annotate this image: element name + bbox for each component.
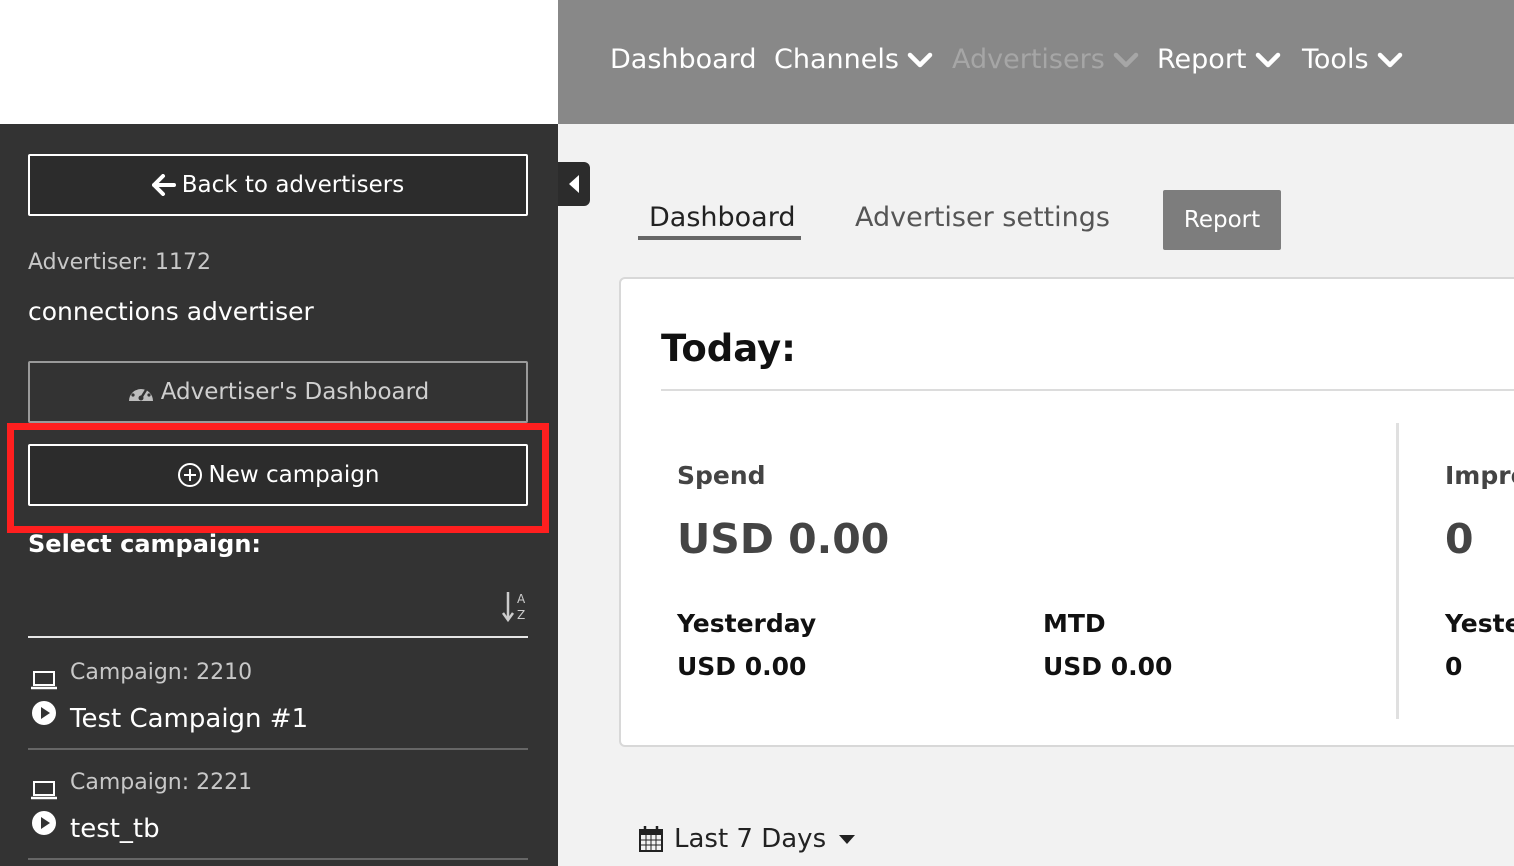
collapse-sidebar-button[interactable] bbox=[558, 162, 590, 206]
caret-left-icon bbox=[569, 175, 579, 193]
card-title: Today: bbox=[661, 327, 796, 370]
nav-tools-label: Tools bbox=[1302, 44, 1369, 75]
spend-mtd-value: USD 0.00 bbox=[1043, 652, 1173, 681]
spend-mtd-label: MTD bbox=[1043, 609, 1106, 638]
sort-alpha-icon[interactable]: A Z bbox=[500, 590, 530, 624]
nav-report-label: Report bbox=[1157, 44, 1247, 75]
active-tab-indicator bbox=[638, 236, 801, 240]
advertiser-dashboard-label: Advertiser's Dashboard bbox=[160, 379, 430, 405]
spend-value: USD 0.00 bbox=[677, 515, 890, 563]
advertiser-name: connections advertiser bbox=[28, 297, 314, 326]
tab-dashboard[interactable]: Dashboard bbox=[649, 202, 795, 233]
report-button[interactable]: Report bbox=[1163, 190, 1281, 250]
nav-dashboard[interactable]: Dashboard bbox=[610, 44, 756, 75]
arrow-left-icon bbox=[151, 174, 176, 196]
spend-label: Spend bbox=[677, 461, 766, 490]
impressions-yesterday-label: Yeste bbox=[1445, 609, 1514, 638]
card-divider bbox=[661, 389, 1514, 391]
nav-tools[interactable]: Tools bbox=[1302, 44, 1403, 75]
spend-yesterday-value: USD 0.00 bbox=[677, 652, 807, 681]
new-campaign-label: New campaign bbox=[208, 462, 380, 488]
svg-text:Z: Z bbox=[517, 608, 525, 622]
impressions-label: Impre bbox=[1445, 461, 1514, 490]
advertiser-id: Advertiser: 1172 bbox=[28, 250, 212, 275]
laptop-icon bbox=[31, 781, 57, 800]
nav-report[interactable]: Report bbox=[1157, 44, 1281, 75]
impressions-value: 0 bbox=[1445, 515, 1474, 563]
campaign-name: Test Campaign #1 bbox=[70, 704, 309, 734]
chevron-down-icon bbox=[907, 52, 933, 67]
tachometer-icon bbox=[128, 384, 153, 401]
nav-advertisers-label: Advertisers bbox=[952, 44, 1105, 75]
metric-divider bbox=[1396, 423, 1399, 719]
date-range-selector[interactable]: Last 7 Days bbox=[638, 824, 856, 854]
tab-advertiser-settings[interactable]: Advertiser settings bbox=[855, 202, 1110, 233]
back-to-advertisers-label: Back to advertisers bbox=[181, 172, 405, 198]
play-circle-icon bbox=[32, 811, 56, 835]
advertiser-dashboard-button[interactable]: Advertiser's Dashboard bbox=[28, 361, 528, 423]
back-to-advertisers-button[interactable]: Back to advertisers bbox=[28, 154, 528, 216]
chevron-down-icon bbox=[1113, 52, 1139, 67]
spend-yesterday-label: Yesterday bbox=[677, 609, 817, 638]
chevron-down-icon bbox=[1255, 52, 1280, 67]
campaign-list-item[interactable]: Campaign: 2210 Test Campaign #1 bbox=[28, 640, 528, 750]
nav-channels[interactable]: Channels bbox=[774, 44, 933, 75]
chevron-down-icon bbox=[1377, 52, 1402, 67]
campaign-name: test_tb bbox=[70, 814, 160, 844]
svg-text:A: A bbox=[517, 592, 526, 606]
play-circle-icon bbox=[32, 701, 56, 725]
campaign-id: Campaign: 2221 bbox=[70, 770, 253, 795]
nav-dashboard-label: Dashboard bbox=[610, 44, 757, 75]
today-card: Today: Spend USD 0.00 Yesterday USD 0.00… bbox=[619, 277, 1514, 747]
top-navigation: Dashboard Channels Advertisers Report To… bbox=[558, 0, 1514, 124]
campaign-search-input[interactable] bbox=[28, 636, 528, 638]
nav-advertisers[interactable]: Advertisers bbox=[952, 44, 1139, 75]
logo-area bbox=[0, 0, 558, 124]
caret-down-icon bbox=[839, 835, 856, 844]
calendar-icon bbox=[639, 826, 663, 852]
impressions-yesterday-value: 0 bbox=[1445, 652, 1463, 681]
campaign-list-item[interactable]: Campaign: 2221 test_tb bbox=[28, 750, 528, 860]
nav-channels-label: Channels bbox=[774, 44, 899, 75]
plus-circle-icon bbox=[177, 463, 202, 487]
campaign-id: Campaign: 2210 bbox=[70, 660, 253, 685]
select-campaign-label: Select campaign: bbox=[28, 530, 262, 558]
new-campaign-button[interactable]: New campaign bbox=[28, 444, 528, 506]
sidebar: Back to advertisers Advertiser: 1172 con… bbox=[0, 124, 558, 866]
laptop-icon bbox=[31, 671, 57, 690]
date-range-label: Last 7 Days bbox=[674, 824, 827, 854]
